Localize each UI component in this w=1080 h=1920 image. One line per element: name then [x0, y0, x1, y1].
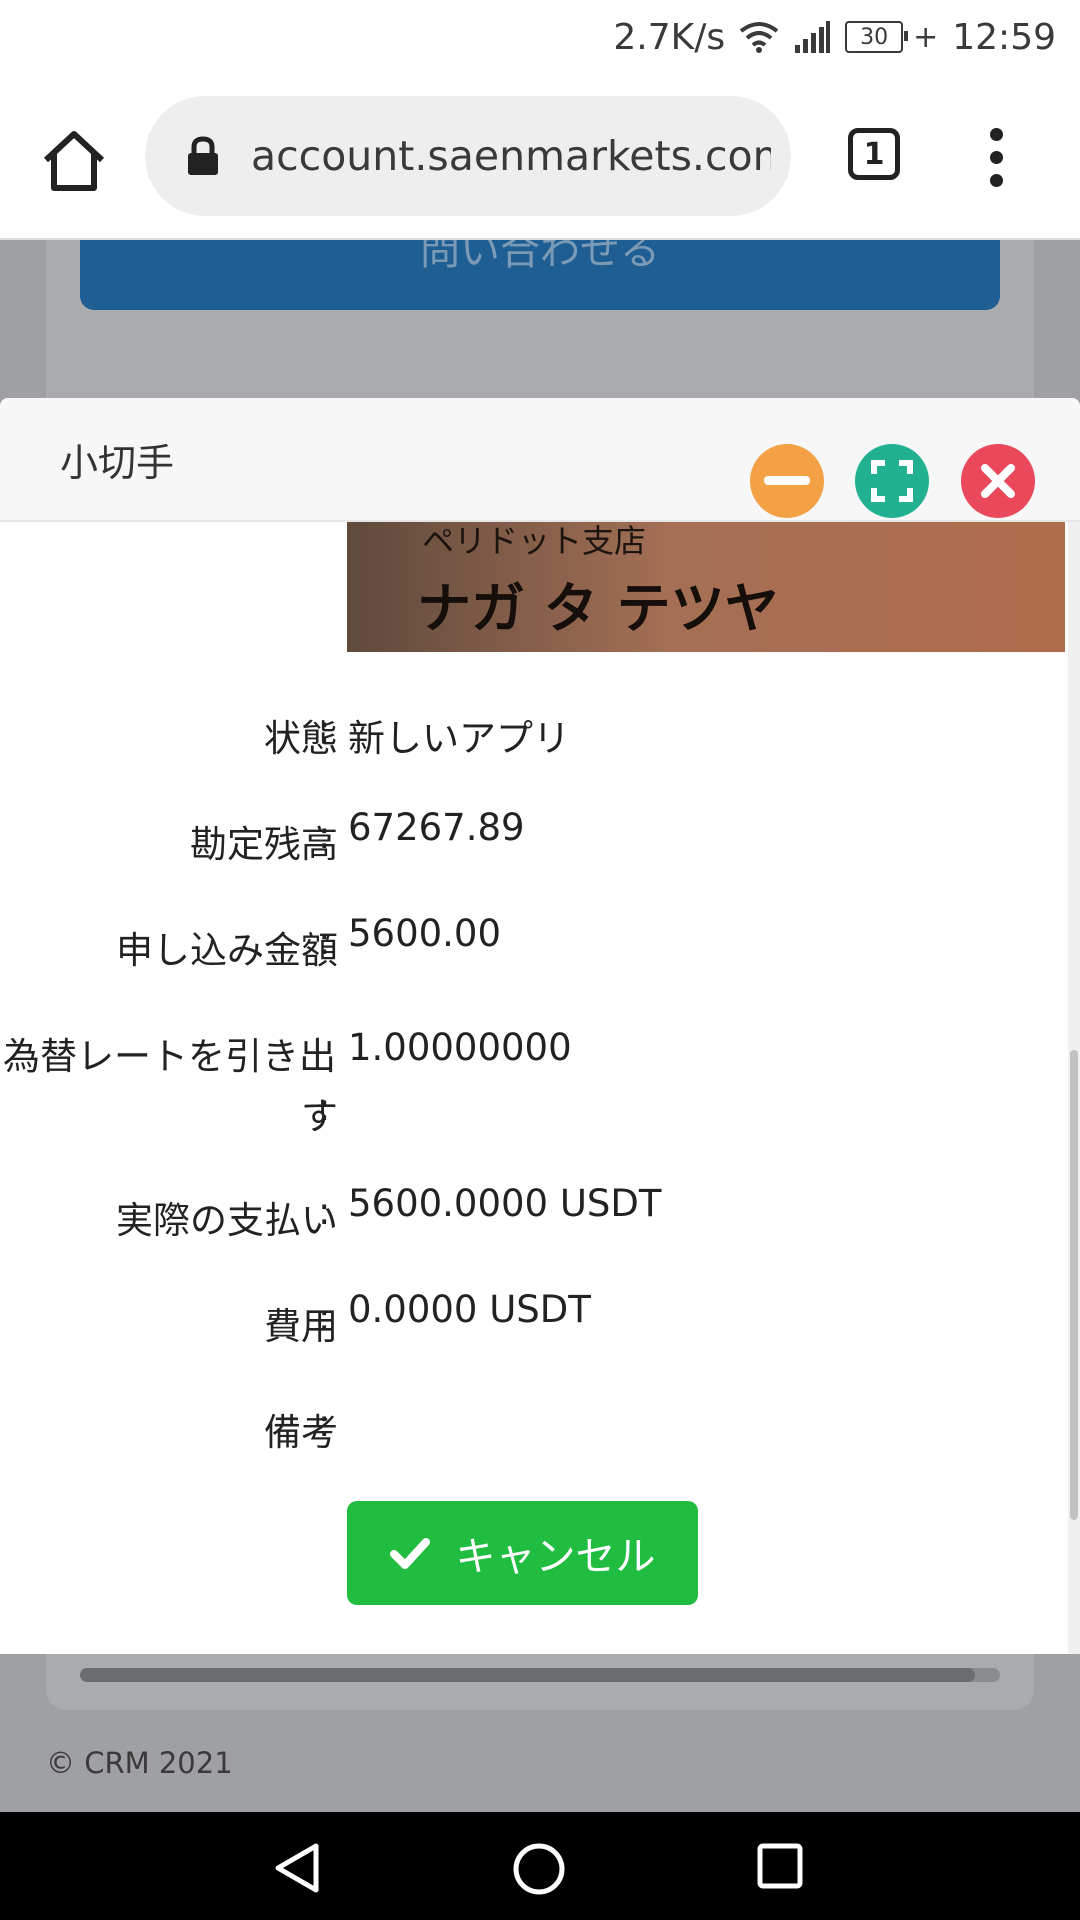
- wifi-icon: [739, 22, 779, 53]
- battery-icon: 30: [845, 21, 909, 53]
- info-value: 67267.89: [348, 806, 525, 849]
- info-value: 1.00000000: [348, 1026, 572, 1069]
- background-scroll-thumb: [80, 1668, 975, 1682]
- info-label: 実際の支払い: [116, 1199, 338, 1242]
- contact-button-label: 問い合わせる: [420, 240, 660, 274]
- modal-scrollbar-thumb[interactable]: [1070, 1050, 1078, 1520]
- net-speed: 2.7K/s: [613, 16, 726, 58]
- info-value: 5600.00: [348, 912, 502, 955]
- navigation-bar: [0, 1812, 1080, 1920]
- address-bar[interactable]: account.saenmarkets.com/v: [145, 96, 791, 216]
- fullscreen-icon: [871, 460, 913, 502]
- cancel-button[interactable]: キャンセル: [347, 1501, 698, 1605]
- back-icon[interactable]: [272, 1842, 324, 1894]
- charging-icon: +: [913, 19, 939, 55]
- home-icon[interactable]: [40, 126, 108, 194]
- tab-count: 1: [863, 136, 885, 172]
- info-colon: :: [318, 708, 331, 751]
- browser-toolbar: account.saenmarkets.com/v 1: [0, 74, 1080, 240]
- photo-text-name: ナガ タ テツヤ: [417, 577, 779, 640]
- info-label-line1: 為替レートを引き出: [3, 1035, 336, 1078]
- clock: 12:59: [952, 16, 1056, 58]
- info-colon: :: [318, 1402, 331, 1445]
- url-text: account.saenmarkets.com/v: [251, 132, 771, 180]
- photo-text-branch: ペリドット支店: [422, 522, 646, 560]
- battery-level: 30: [860, 24, 889, 50]
- info-label: 申し込み金額: [116, 929, 338, 972]
- maximize-button[interactable]: [855, 444, 929, 518]
- more-vert-icon[interactable]: [980, 124, 1012, 190]
- cancel-button-label: キャンセル: [455, 1534, 656, 1580]
- info-label: 勘定残高: [190, 823, 338, 866]
- check-icon: [389, 1538, 430, 1569]
- close-icon: [981, 464, 1015, 498]
- info-colon: :: [318, 1086, 331, 1129]
- info-colon: :: [318, 1190, 331, 1233]
- info-colon: :: [318, 814, 331, 857]
- minimize-button[interactable]: [750, 444, 824, 518]
- check-photo: ペリドット支店 ナガ タ テツヤ: [347, 522, 1065, 652]
- lock-icon: [188, 136, 218, 175]
- tabs-icon[interactable]: 1: [848, 128, 900, 180]
- status-bar: 2.7K/s 30 + 12:59: [0, 0, 1080, 74]
- modal-title: 小切手: [60, 441, 175, 485]
- info-value: 新しいアプリ: [348, 717, 570, 760]
- minus-icon: [764, 476, 810, 485]
- home-circle-icon[interactable]: [512, 1842, 566, 1896]
- info-value: 5600.0000 USDT: [348, 1182, 662, 1225]
- footer-copyright: © CRM 2021: [46, 1746, 233, 1780]
- modal-body: ペリドット支店 ナガ タ テツヤ: [0, 522, 1068, 1654]
- info-colon: :: [318, 1296, 331, 1339]
- close-button[interactable]: [961, 444, 1035, 518]
- contact-button: 問い合わせる: [80, 240, 1000, 310]
- signal-icon: [795, 21, 831, 53]
- info-colon: :: [318, 920, 331, 963]
- info-value: 0.0000 USDT: [348, 1288, 591, 1331]
- modal-header: 小切手: [0, 398, 1080, 522]
- recents-icon[interactable]: [756, 1842, 804, 1890]
